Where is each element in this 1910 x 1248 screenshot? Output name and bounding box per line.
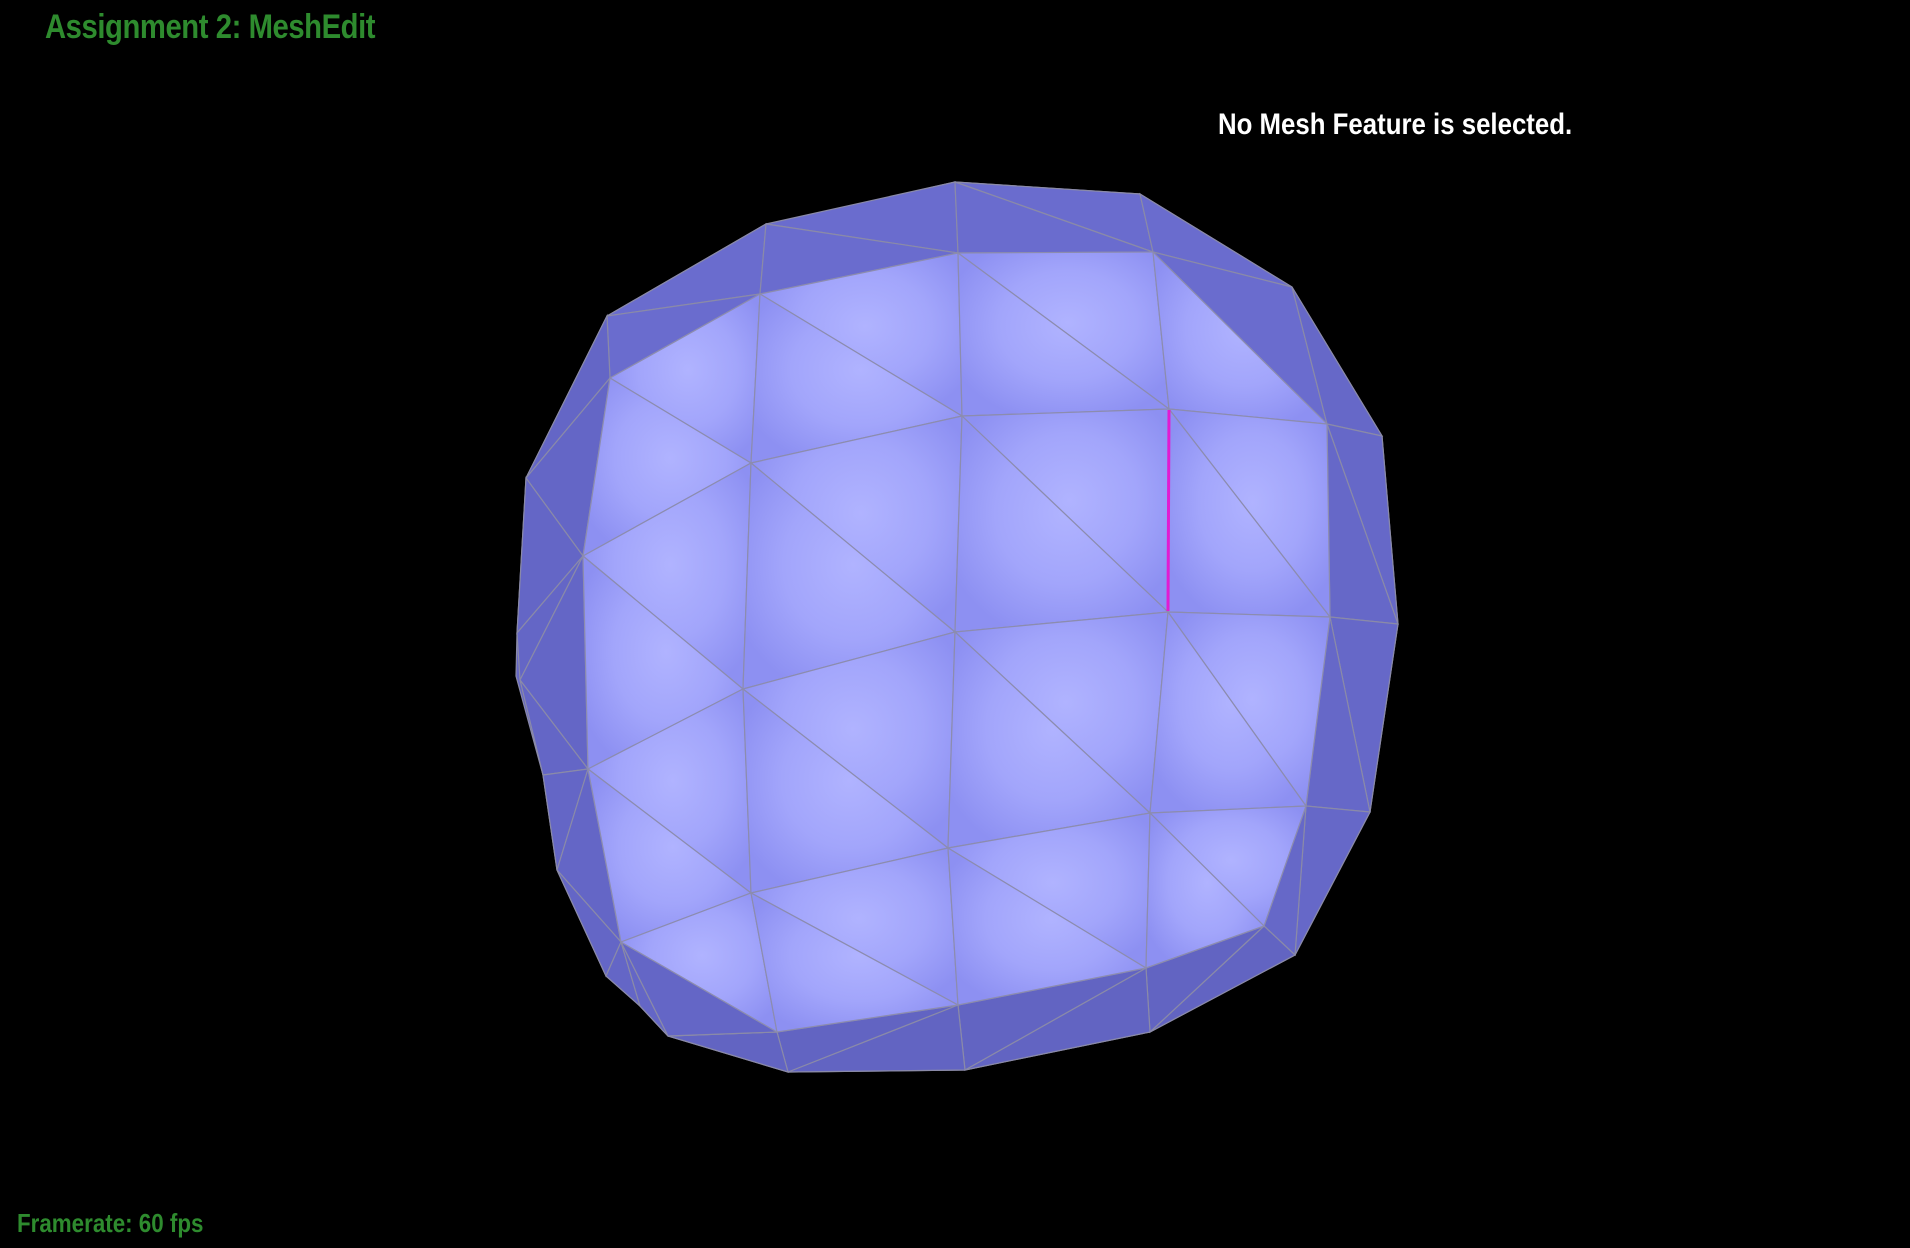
app-title: Assignment 2: MeshEdit	[45, 8, 376, 46]
mesh-viewport[interactable]	[0, 0, 1910, 1248]
mesh-front-faces[interactable]	[581, 250, 1332, 1034]
framerate-readout: Framerate: 60 fps	[17, 1208, 204, 1238]
selection-status: No Mesh Feature is selected.	[1218, 108, 1573, 141]
mesh-edit-window: Assignment 2: MeshEdit No Mesh Feature i…	[0, 0, 1910, 1248]
highlighted-edge[interactable]	[1166, 409, 1171, 612]
